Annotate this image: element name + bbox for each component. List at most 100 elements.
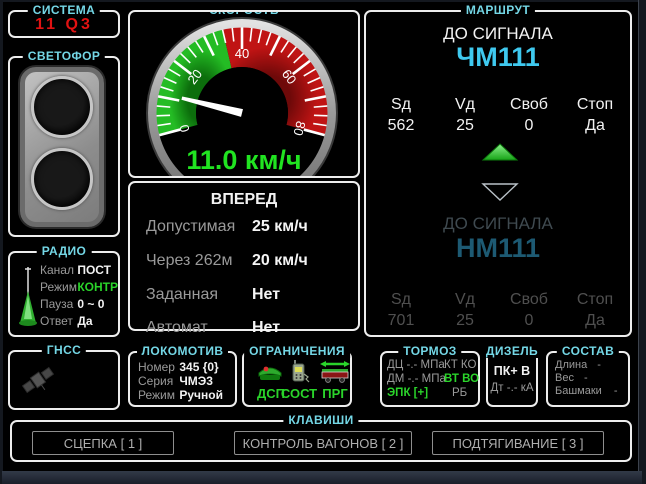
radio-answer-value: Да xyxy=(77,314,92,328)
train-weight-label: Вес xyxy=(555,372,574,384)
next-to-signal-label: ДО СИГНАЛА xyxy=(366,214,630,234)
val-sd: 562 xyxy=(368,117,434,135)
next-val-vd: 25 xyxy=(434,312,496,330)
wagon-control-button[interactable]: КОНТРОЛЬ ВАГОНОВ [ 2 ] xyxy=(234,431,412,455)
next-val-stop: Да xyxy=(562,312,628,330)
system-panel-title: СИСТЕМА xyxy=(28,3,100,17)
val-vd: 25 xyxy=(434,117,496,135)
brake-dc-pressure: ДЦ -.- МПа xyxy=(387,359,445,371)
next-col-stop: Стоп xyxy=(562,291,628,309)
active-signal-headers: Sд Vд Своб Стоп xyxy=(368,96,628,114)
speed-panel: СКОРОСТЬ 020406080 11.0 км/ч xyxy=(128,10,360,178)
restrictions-panel-title: ОГРАНИЧЕНИЯ xyxy=(244,344,350,358)
radio-pause-row: Пауза 0 ~ 0 xyxy=(40,297,104,311)
train-length-row: Длина - xyxy=(555,359,601,371)
traffic-light-lower-lamp xyxy=(31,148,93,210)
train-panel: СОСТАВ Длина - Вес - Башмаки - xyxy=(546,351,630,407)
loco-number-value: 345 {0} xyxy=(179,360,218,374)
direction-up-arrow-icon xyxy=(481,142,519,162)
radio-mode-label: Режим xyxy=(40,280,74,294)
loco-number-row: Номер 345 {0} xyxy=(138,360,219,374)
radio-mode-row: Режим КОНТР xyxy=(40,280,118,294)
diesel-current: Дт -.- кА xyxy=(488,382,536,394)
dsp-cap-icon xyxy=(255,360,285,384)
train-length-label: Длина xyxy=(555,359,587,371)
brake-kt-ko: КТ КО xyxy=(444,359,476,371)
restrictions-panel: ОГРАНИЧЕНИЯ ДСП СОСТ ПРГ xyxy=(242,351,352,407)
route-panel: МАРШРУТ ДО СИГНАЛА ЧМ111 Sд Vд Своб Стоп… xyxy=(364,10,632,337)
direction-down-arrow-icon xyxy=(481,182,519,202)
diesel-panel: ДИЗЕЛЬ ПК+ В Дт -.- кА xyxy=(486,351,538,407)
train-weight-row: Вес - xyxy=(555,372,588,384)
set-speed-value: Нет xyxy=(252,286,280,304)
radio-answer-label: Ответ xyxy=(40,314,74,328)
brake-panel-title: ТОРМОЗ xyxy=(398,344,461,358)
col-stop: Стоп xyxy=(562,96,628,114)
brake-dm-pressure: ДМ -.- МПа xyxy=(387,373,446,385)
radio-channel-value: ПОСТ xyxy=(77,263,111,277)
keys-panel: КЛАВИШИ СЦЕПКА [ 1 ] КОНТРОЛЬ ВАГОНОВ [ … xyxy=(10,420,632,462)
window-border-bottom xyxy=(2,471,642,484)
traffic-light-upper-lamp xyxy=(31,76,93,138)
active-signal-values: 562 25 0 Да xyxy=(368,117,628,135)
train-panel-title: СОСТАВ xyxy=(557,344,619,358)
radio-mode-value: КОНТР xyxy=(77,280,118,294)
forward-title: ВПЕРЕД xyxy=(130,191,358,209)
next-col-vd: Vд xyxy=(434,291,496,309)
window-border-left xyxy=(0,0,3,484)
train-length-value: - xyxy=(597,359,601,371)
traffic-light-icon xyxy=(20,67,104,227)
radio-answer-row: Ответ Да xyxy=(40,314,93,328)
route-panel-title: МАРШРУТ xyxy=(461,3,535,17)
svg-text:40: 40 xyxy=(235,46,249,61)
automat-value: Нет xyxy=(252,319,280,337)
keys-panel-title: КЛАВИШИ xyxy=(283,413,358,427)
signal-light-panel-title: СВЕТОФОР xyxy=(23,49,105,63)
loco-mode-row: Режим Ручной xyxy=(138,388,223,402)
next-signal-headers: Sд Vд Своб Стоп xyxy=(368,291,628,309)
locomotive-cab-display: СИСТЕМА 11 Q3 СВЕТОФОР РАДИО Канал ПОСТ … xyxy=(0,0,646,484)
col-sd: Sд xyxy=(368,96,434,114)
loco-series-value: ЧМЭ3 xyxy=(179,374,213,388)
flatcar-icon xyxy=(319,360,351,384)
gnss-panel-title: ГНСС xyxy=(42,343,86,357)
to-signal-label: ДО СИГНАЛА xyxy=(366,24,630,44)
radio-panel: РАДИО Канал ПОСТ Режим КОНТР Пауза 0 ~ 0… xyxy=(8,251,120,337)
automat-label: Автомат xyxy=(146,319,208,337)
train-shoes-row: Башмаки - xyxy=(555,385,618,397)
signal-light-panel: СВЕТОФОР xyxy=(8,56,120,237)
window-border-right xyxy=(638,0,646,484)
allowed-speed-value: 25 км/ч xyxy=(252,218,308,236)
next-val-free: 0 xyxy=(496,312,562,330)
train-shoes-label: Башмаки xyxy=(555,385,602,397)
brake-rb: РБ xyxy=(452,387,467,399)
brake-epk: ЭПК [+] xyxy=(387,387,428,399)
locomotive-panel: ЛОКОМОТИВ Номер 345 {0} Серия ЧМЭ3 Режим… xyxy=(128,351,237,407)
active-signal-name: ЧМ111 xyxy=(366,42,630,73)
diesel-panel-title: ДИЗЕЛЬ xyxy=(481,344,543,358)
gnss-panel: ГНСС xyxy=(8,350,120,410)
coupling-button[interactable]: СЦЕПКА [ 1 ] xyxy=(32,431,174,455)
val-stop: Да xyxy=(562,117,628,135)
radio-panel-title: РАДИО xyxy=(37,244,92,258)
radio-pause-label: Пауза xyxy=(40,297,74,311)
handheld-radio-icon xyxy=(285,360,315,384)
locomotive-panel-title: ЛОКОМОТИВ xyxy=(137,344,229,358)
brake-panel: ТОРМОЗ ДЦ -.- МПа КТ КО ДМ -.- МПа ВТ ВО… xyxy=(380,351,480,407)
loco-series-label: Серия xyxy=(138,374,176,388)
radio-channel-label: Канал xyxy=(40,263,74,277)
next-col-free: Своб xyxy=(496,291,562,309)
col-free: Своб xyxy=(496,96,562,114)
set-speed-label: Заданная xyxy=(146,286,218,304)
next-signal-name: НМ111 xyxy=(366,233,630,264)
upcoming-limit-value: 20 км/ч xyxy=(252,252,308,270)
pull-up-button[interactable]: ПОДТЯГИВАНИЕ [ 3 ] xyxy=(432,431,604,455)
sost-label: СОСТ xyxy=(281,386,317,401)
window-border-top xyxy=(0,0,646,2)
train-shoes-value: - xyxy=(614,385,618,397)
system-panel: СИСТЕМА 11 Q3 xyxy=(8,10,120,38)
satellite-icon xyxy=(18,360,60,400)
col-vd: Vд xyxy=(434,96,496,114)
loco-number-label: Номер xyxy=(138,360,176,374)
loco-series-row: Серия ЧМЭ3 xyxy=(138,374,213,388)
